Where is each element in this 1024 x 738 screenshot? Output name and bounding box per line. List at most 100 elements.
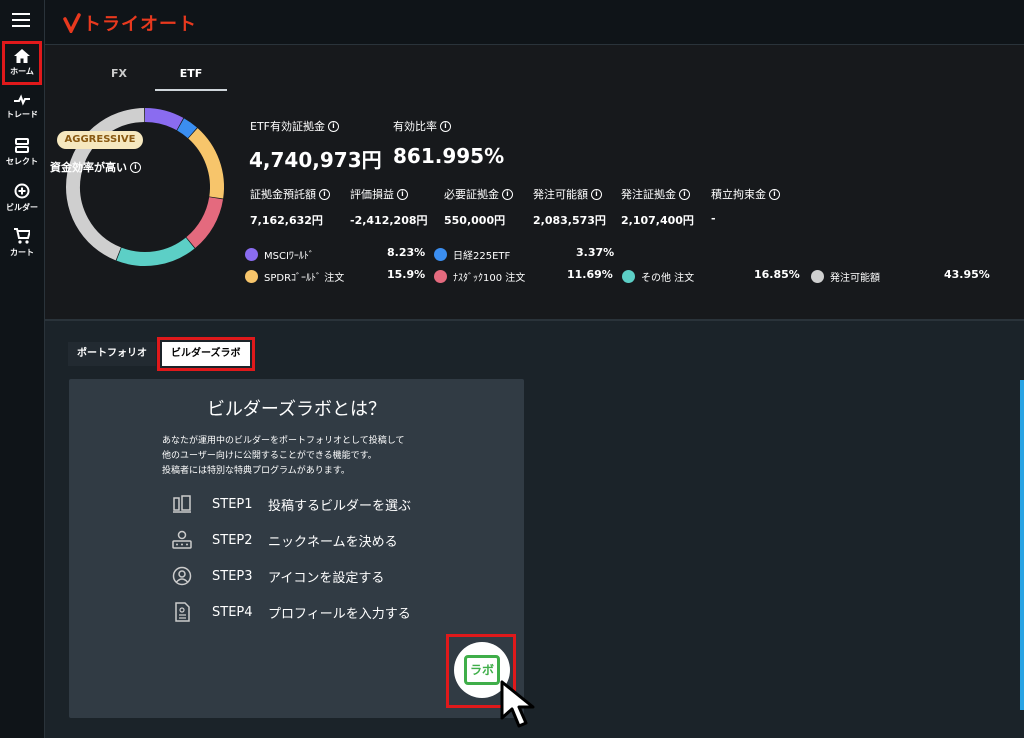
legend-pct: 11.69% — [567, 268, 613, 281]
metric-label: 発注可能額 i — [533, 186, 602, 202]
metric-value: -2,412,208円 — [350, 214, 428, 227]
logo[interactable]: トライオート — [63, 9, 197, 37]
avatar-setting-icon — [172, 566, 192, 586]
legend-item: 発注可能額 — [811, 269, 880, 284]
donut-slice — [116, 237, 195, 266]
builder-select-icon — [173, 495, 191, 513]
legend-name: SPDRｺﾞｰﾙﾄﾞ 注文 — [264, 273, 345, 284]
info-icon[interactable]: i — [328, 120, 339, 132]
sidebar-item-label: セレクト — [6, 157, 38, 166]
info-icon[interactable]: i — [591, 188, 602, 200]
donut-slice — [144, 108, 184, 131]
legend-item: その他 注文 — [622, 269, 694, 284]
mouse-cursor-icon — [500, 680, 535, 728]
sidebar-item-trade[interactable]: トレード — [2, 94, 42, 120]
step-text: 投稿するビルダーを選ぶ — [268, 498, 412, 514]
legend-dot — [811, 270, 824, 283]
select-icon — [15, 138, 29, 153]
market-tabs: FX ETF — [83, 63, 227, 91]
sidebar-item-label: カート — [10, 248, 34, 257]
nickname-icon — [172, 530, 192, 549]
metric-label-text: 証拠金預託額 — [250, 188, 316, 201]
capital-efficiency-text: 資金効率が高い — [50, 161, 127, 174]
legend-item: 日経225ETF — [434, 247, 510, 262]
legend-item: ﾅｽﾀﾞｯｸ100 注文 — [434, 269, 525, 284]
legend-dot — [434, 270, 447, 283]
profile-doc-icon — [175, 602, 190, 622]
risk-badge: AGGRESSIVE — [57, 131, 143, 149]
capital-efficiency: 資金効率が高い i — [50, 159, 141, 175]
metric-label-text: 発注可能額 — [533, 188, 588, 201]
metric-label-text: 積立拘束金 — [711, 188, 766, 201]
legend-item: SPDRｺﾞｰﾙﾄﾞ 注文 — [245, 269, 344, 284]
metric-label: 証拠金預託額 i — [250, 186, 330, 202]
info-icon[interactable]: i — [319, 188, 330, 200]
metric-label-text: 発注証拠金 — [621, 188, 676, 201]
legend-pct: 43.95% — [944, 268, 990, 281]
legend-name: 日経225ETF — [453, 251, 511, 262]
step-item: STEP1 投稿するビルダーを選ぶ — [172, 494, 411, 514]
legend-name: MSCIﾜｰﾙﾄﾞ — [264, 251, 314, 262]
step-number: STEP3 — [212, 568, 253, 584]
donut-slice — [186, 196, 224, 248]
info-icon[interactable]: i — [502, 188, 513, 200]
info-icon[interactable]: i — [397, 188, 408, 200]
step-text: アイコンを設定する — [268, 570, 385, 586]
metric-label: 発注証拠金 i — [621, 186, 690, 202]
step-text: ニックネームを決める — [268, 534, 398, 550]
etf-margin-label: ETF有効証拠金 i — [250, 118, 339, 134]
info-icon[interactable]: i — [130, 161, 141, 173]
metric-value: 550,000円 — [444, 214, 506, 227]
metric-label: 評価損益 i — [350, 186, 408, 202]
card-title: ビルダーズラボとは？ — [206, 399, 387, 420]
metric-label: 積立拘束金 i — [711, 186, 780, 202]
info-icon[interactable]: i — [440, 120, 451, 132]
lab-button-label: ラボ — [464, 655, 500, 685]
sidebar-item-label: トレード — [6, 110, 38, 119]
header: トライオート — [45, 0, 1024, 45]
metric-label-text: 必要証拠金 — [444, 188, 499, 201]
step-item: STEP4 プロフィールを入力する — [172, 602, 411, 622]
legend-pct: 15.9% — [387, 268, 426, 281]
metric-value: 2,083,573円 — [533, 214, 606, 227]
legend-pct: 16.85% — [754, 268, 800, 281]
step-item: STEP3 アイコンを設定する — [172, 566, 384, 586]
metric-value: 7,162,632円 — [250, 214, 323, 227]
sidebar-item-home[interactable]: ホーム — [2, 41, 42, 85]
metric-value: - — [711, 212, 716, 225]
tab-builders-lab[interactable]: ビルダーズラボ — [157, 337, 255, 371]
menu-icon[interactable] — [12, 13, 30, 27]
step-item: STEP2 ニックネームを決める — [172, 530, 398, 550]
card-description: あなたが運用中のビルダーをポートフォリオとして投稿して 他のユーザー向けに公開す… — [162, 434, 404, 479]
donut-slice — [188, 128, 224, 199]
sidebar-item-builder[interactable]: ビルダー — [2, 183, 42, 213]
desc-line: 他のユーザー向けに公開することができる機能です。 — [162, 451, 377, 461]
logo-mark-icon — [63, 13, 81, 33]
step-number: STEP4 — [212, 604, 253, 620]
legend-name: 発注可能額 — [830, 273, 880, 284]
metric-value: 2,107,400円 — [621, 214, 694, 227]
sidebar-item-select[interactable]: セレクト — [2, 138, 42, 167]
tab-fx[interactable]: FX — [83, 63, 155, 91]
info-icon[interactable]: i — [679, 188, 690, 200]
sidebar: ホーム トレード セレクト ビルダー カート — [0, 0, 45, 738]
step-number: STEP1 — [212, 496, 253, 512]
legend-pct: 8.23% — [387, 246, 426, 259]
desc-line: 投稿者には特別な特典プログラムがあります。 — [162, 466, 350, 476]
etf-margin-label-text: ETF有効証拠金 — [250, 120, 325, 133]
ratio-label-text: 有効比率 — [393, 120, 437, 133]
legend-name: その他 注文 — [641, 273, 695, 284]
legend-dot — [622, 270, 635, 283]
tab-portfolio[interactable]: ポートフォリオ — [68, 342, 156, 366]
content-tabs: ポートフォリオ ビルダーズラボ — [68, 337, 255, 371]
info-icon[interactable]: i — [769, 188, 780, 200]
step-text: プロフィールを入力する — [268, 606, 411, 622]
sidebar-item-cart[interactable]: カート — [2, 228, 42, 258]
edge-scrollbar[interactable] — [1020, 380, 1024, 710]
tab-etf[interactable]: ETF — [155, 63, 227, 91]
legend-dot — [245, 248, 258, 261]
legend-name: ﾅｽﾀﾞｯｸ100 注文 — [453, 273, 526, 284]
ratio-label: 有効比率 i — [393, 118, 451, 134]
summary-panel: FX ETF ETF有効証拠金 i 有効比率 i 4,740,973円 861.99… — [45, 45, 1024, 321]
logo-text: トライオート — [83, 14, 197, 35]
